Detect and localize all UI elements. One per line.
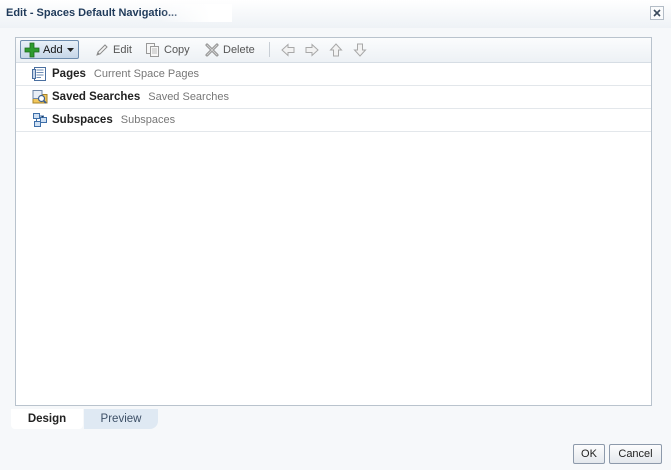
- add-button-label: Add: [43, 43, 63, 56]
- move-up-button[interactable]: [328, 41, 344, 58]
- move-down-button[interactable]: [352, 41, 368, 58]
- delete-button[interactable]: Delete: [204, 41, 255, 58]
- close-icon: [653, 9, 661, 17]
- copy-button-label: Copy: [164, 43, 190, 56]
- tree-item-name: Subspaces: [52, 114, 113, 126]
- navigation-panel: Add Edit Copy Delete Pages Current Space…: [15, 37, 652, 406]
- arrow-right-icon: [305, 42, 319, 57]
- move-right-button[interactable]: [304, 41, 320, 58]
- move-left-button[interactable]: [280, 41, 296, 58]
- tree-item-subspaces[interactable]: Subspaces Subspaces: [16, 109, 651, 132]
- pencil-icon: [96, 43, 108, 56]
- saved-searches-icon: [32, 90, 48, 104]
- toolbar: Add Edit Copy Delete: [16, 38, 651, 63]
- close-button[interactable]: [650, 6, 664, 20]
- copy-icon: [146, 42, 159, 57]
- toolbar-separator: [269, 42, 270, 57]
- arrow-left-icon: [281, 42, 295, 57]
- tree-item-saved-searches[interactable]: Saved Searches Saved Searches: [16, 86, 651, 109]
- chevron-down-icon: [66, 47, 74, 52]
- pages-icon: [32, 67, 46, 81]
- dialog-title: Edit - Spaces Default Navigatio...: [6, 7, 178, 19]
- edit-button[interactable]: Edit: [94, 41, 132, 58]
- tree-item-name: Saved Searches: [52, 91, 141, 103]
- title-fade: [160, 4, 232, 22]
- add-icon: [24, 42, 40, 57]
- copy-button[interactable]: Copy: [145, 41, 190, 58]
- title-bar: Edit - Spaces Default Navigatio...: [0, 0, 671, 28]
- cancel-button[interactable]: Cancel: [609, 444, 662, 464]
- tree-item-name: Pages: [52, 68, 86, 80]
- tab-design[interactable]: Design: [11, 409, 83, 429]
- add-button[interactable]: Add: [20, 40, 79, 59]
- tree-item-description: Saved Searches: [148, 91, 229, 103]
- arrow-down-icon: [353, 43, 367, 57]
- tree-item-description: Current Space Pages: [93, 68, 200, 80]
- subspaces-icon: [33, 113, 47, 127]
- delete-button-label: Delete: [223, 43, 255, 56]
- arrow-up-icon: [329, 42, 343, 56]
- edit-navigation-dialog: Edit - Spaces Default Navigatio... Add E…: [0, 0, 671, 470]
- edit-button-label: Edit: [113, 43, 132, 56]
- ok-button[interactable]: OK: [573, 444, 605, 464]
- tab-preview[interactable]: Preview: [84, 409, 158, 429]
- delete-x-icon: [205, 43, 219, 56]
- tree-item-pages[interactable]: Pages Current Space Pages: [16, 63, 651, 86]
- tree-item-description: Subspaces: [120, 114, 176, 126]
